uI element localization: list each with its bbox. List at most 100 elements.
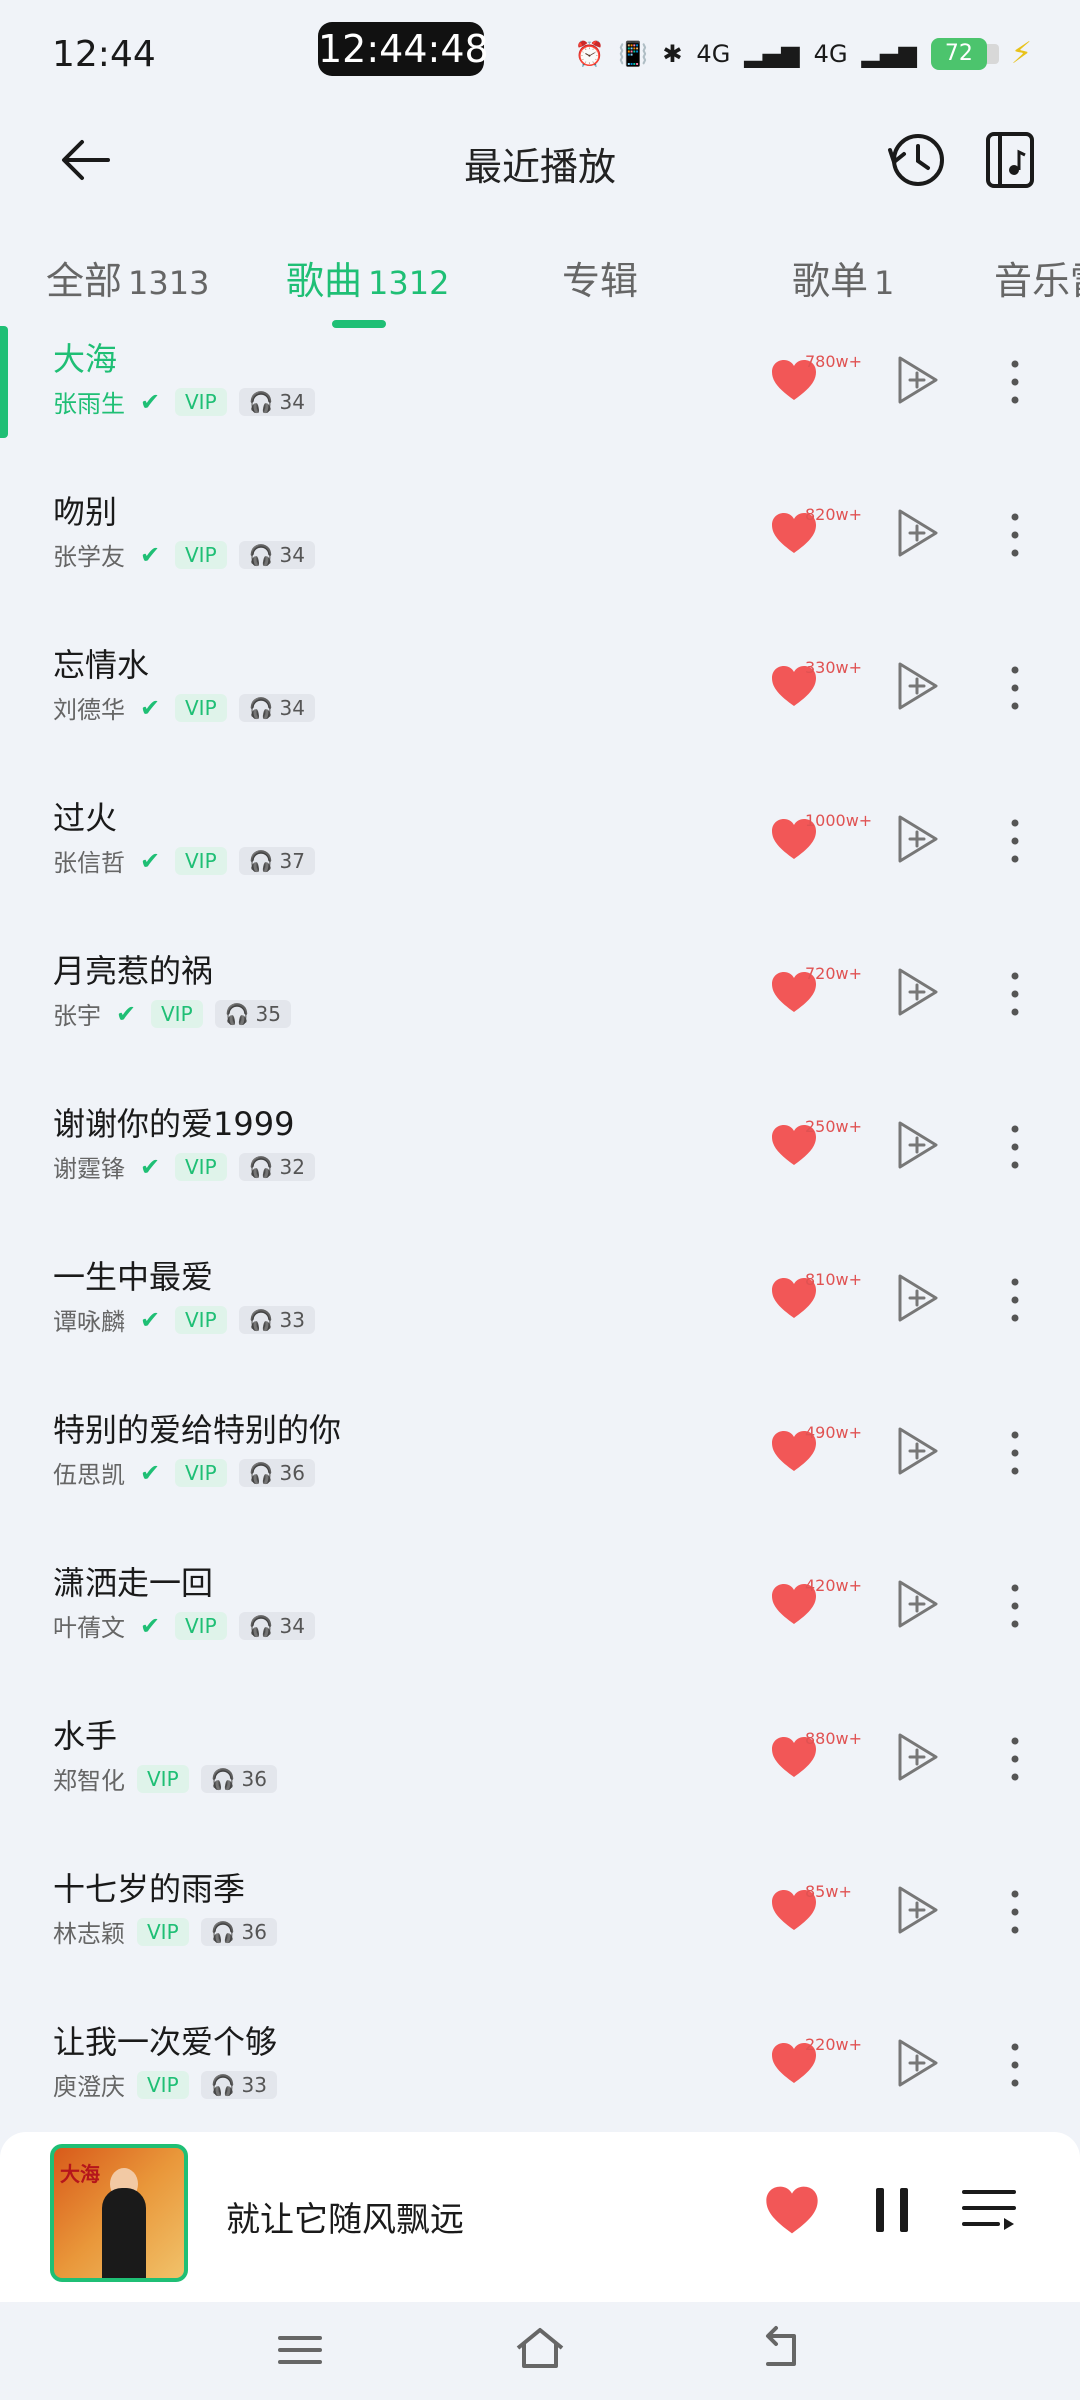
play-count: 36 [241,1919,267,1944]
home-icon[interactable] [512,2322,568,2378]
song-title: 过火 [53,799,118,837]
album-cover[interactable]: 大海 [50,2144,188,2282]
play-count: 34 [279,542,305,567]
verified-check-icon: ✔ [139,1458,161,1487]
tab-bar: 全部1313 歌曲1312 专辑 歌单1 音乐雷 [0,236,1080,336]
song-row[interactable]: 月亮惹的祸 张宇 ✔ VIP 🎧 35 720w+ [0,938,1080,1091]
artist-name: 庾澄庆 [53,2073,125,2101]
headphones-icon: 🎧 [248,695,274,720]
vip-badge: VIP [175,846,227,875]
bluetooth-icon: ✱ [662,39,683,68]
vip-badge: VIP [137,1917,189,1946]
back-nav-icon[interactable] [754,2322,810,2378]
like-count: 810w+ [805,1270,863,1289]
song-row[interactable]: 十七岁的雨季 林志颖 VIP 🎧 36 85w+ [0,1856,1080,2009]
heart-icon[interactable] [764,2182,820,2238]
add-to-playlist-icon[interactable] [894,1731,942,1783]
signal-label-1: 4G [696,39,731,68]
pause-icon[interactable] [870,2182,914,2238]
song-title: 谢谢你的爱1999 [53,1105,295,1143]
more-vertical-icon[interactable] [1000,1274,1030,1326]
song-row[interactable]: 谢谢你的爱1999 谢霆锋 ✔ VIP 🎧 32 250w+ [0,1091,1080,1244]
more-vertical-icon[interactable] [1000,1427,1030,1479]
song-meta: 谭咏麟 ✔ VIP 🎧 33 [53,1302,315,1337]
vip-badge: VIP [137,2070,189,2099]
verified-check-icon: ✔ [139,1611,161,1640]
song-row[interactable]: 过火 张信哲 ✔ VIP 🎧 37 1000w+ [0,785,1080,938]
add-to-playlist-icon[interactable] [894,1884,942,1936]
more-vertical-icon[interactable] [1000,1121,1030,1173]
tab-songs[interactable]: 歌曲 1312 [286,250,449,305]
headphones-icon: 🎧 [248,1460,274,1485]
more-vertical-icon[interactable] [1000,509,1030,561]
song-meta: 张信哲 ✔ VIP 🎧 37 [53,843,315,878]
more-vertical-icon[interactable] [1000,662,1030,714]
mini-player[interactable]: 大海 就让它随风飘远 [0,2132,1080,2302]
vip-badge: VIP [175,1458,227,1487]
vip-badge: VIP [137,1764,189,1793]
like-count: 490w+ [805,1423,863,1442]
song-row[interactable]: 潇洒走一回 叶蒨文 ✔ VIP 🎧 34 420w+ [0,1550,1080,1703]
play-count: 36 [279,1460,305,1485]
song-title: 水手 [53,1717,118,1755]
add-to-playlist-icon[interactable] [894,507,942,559]
song-row[interactable]: 特别的爱给特别的你 伍思凯 ✔ VIP 🎧 36 490w+ [0,1397,1080,1550]
song-meta: 郑智化 VIP 🎧 36 [53,1761,277,1796]
song-row[interactable]: 水手 郑智化 VIP 🎧 36 880w+ [0,1703,1080,1856]
more-vertical-icon[interactable] [1000,968,1030,1020]
song-meta: 林志颖 VIP 🎧 36 [53,1914,277,1949]
add-to-playlist-icon[interactable] [894,660,942,712]
verified-check-icon: ✔ [115,999,137,1028]
status-icons: ⏰ 📳 ✱ 4G ▂▄▆ 4G ▂▄▆ 72 ⚡ [575,36,1032,71]
tab-albums[interactable]: 专辑 [562,250,638,305]
battery-icon: 72 [930,37,999,70]
vip-badge: VIP [175,1152,227,1181]
play-count: 32 [279,1154,305,1179]
song-title: 吻别 [53,493,118,531]
add-to-playlist-icon[interactable] [894,1425,942,1477]
history-clock-icon[interactable] [884,128,948,192]
add-to-playlist-icon[interactable] [894,1578,942,1630]
play-count: 34 [279,389,305,414]
add-to-playlist-icon[interactable] [894,966,942,1018]
add-to-playlist-icon[interactable] [894,813,942,865]
play-count-badge: 🎧 36 [238,1458,315,1487]
tab-playlists[interactable]: 歌单 1 [792,250,894,305]
now-playing-title: 就让它随风飘远 [226,2200,464,2240]
add-to-playlist-icon[interactable] [894,1119,942,1171]
now-playing-indicator [0,326,8,438]
like-count: 220w+ [805,2035,863,2054]
vibrate-icon: 📳 [618,39,649,68]
signal-label-2: 4G [813,39,848,68]
headphones-icon: 🎧 [248,848,274,873]
more-vertical-icon[interactable] [1000,2039,1030,2091]
alarm-icon: ⏰ [574,39,605,68]
add-to-playlist-icon[interactable] [894,2037,942,2089]
add-to-playlist-icon[interactable] [894,1272,942,1324]
tab-music-radar[interactable]: 音乐雷 [994,250,1080,305]
song-row[interactable]: 忘情水 刘德华 ✔ VIP 🎧 34 330w+ [0,632,1080,785]
tab-all[interactable]: 全部 1313 [46,250,209,305]
song-row[interactable]: 大海 张雨生 ✔ VIP 🎧 34 780w+ [0,326,1080,479]
play-count: 33 [279,1307,305,1332]
song-title: 一生中最爱 [53,1258,214,1296]
status-time: 12:44 [52,34,156,75]
playlist-queue-icon[interactable] [958,2178,1020,2240]
menu-icon[interactable] [272,2322,328,2378]
vip-badge: VIP [175,1305,227,1334]
more-vertical-icon[interactable] [1000,1886,1030,1938]
add-to-playlist-icon[interactable] [894,354,942,406]
song-row[interactable]: 吻别 张学友 ✔ VIP 🎧 34 820w+ [0,479,1080,632]
song-row[interactable]: 一生中最爱 谭咏麟 ✔ VIP 🎧 33 810w+ [0,1244,1080,1397]
vip-badge: VIP [175,1611,227,1640]
play-count-badge: 🎧 36 [200,1764,277,1793]
signal-icon: ▂▄▆ [861,39,917,68]
artist-name: 刘德华 [53,696,125,724]
play-count-badge: 🎧 33 [200,2070,277,2099]
headphones-icon: 🎧 [248,1154,274,1179]
music-file-icon[interactable] [978,128,1042,192]
more-vertical-icon[interactable] [1000,356,1030,408]
more-vertical-icon[interactable] [1000,1580,1030,1632]
more-vertical-icon[interactable] [1000,1733,1030,1785]
more-vertical-icon[interactable] [1000,815,1030,867]
